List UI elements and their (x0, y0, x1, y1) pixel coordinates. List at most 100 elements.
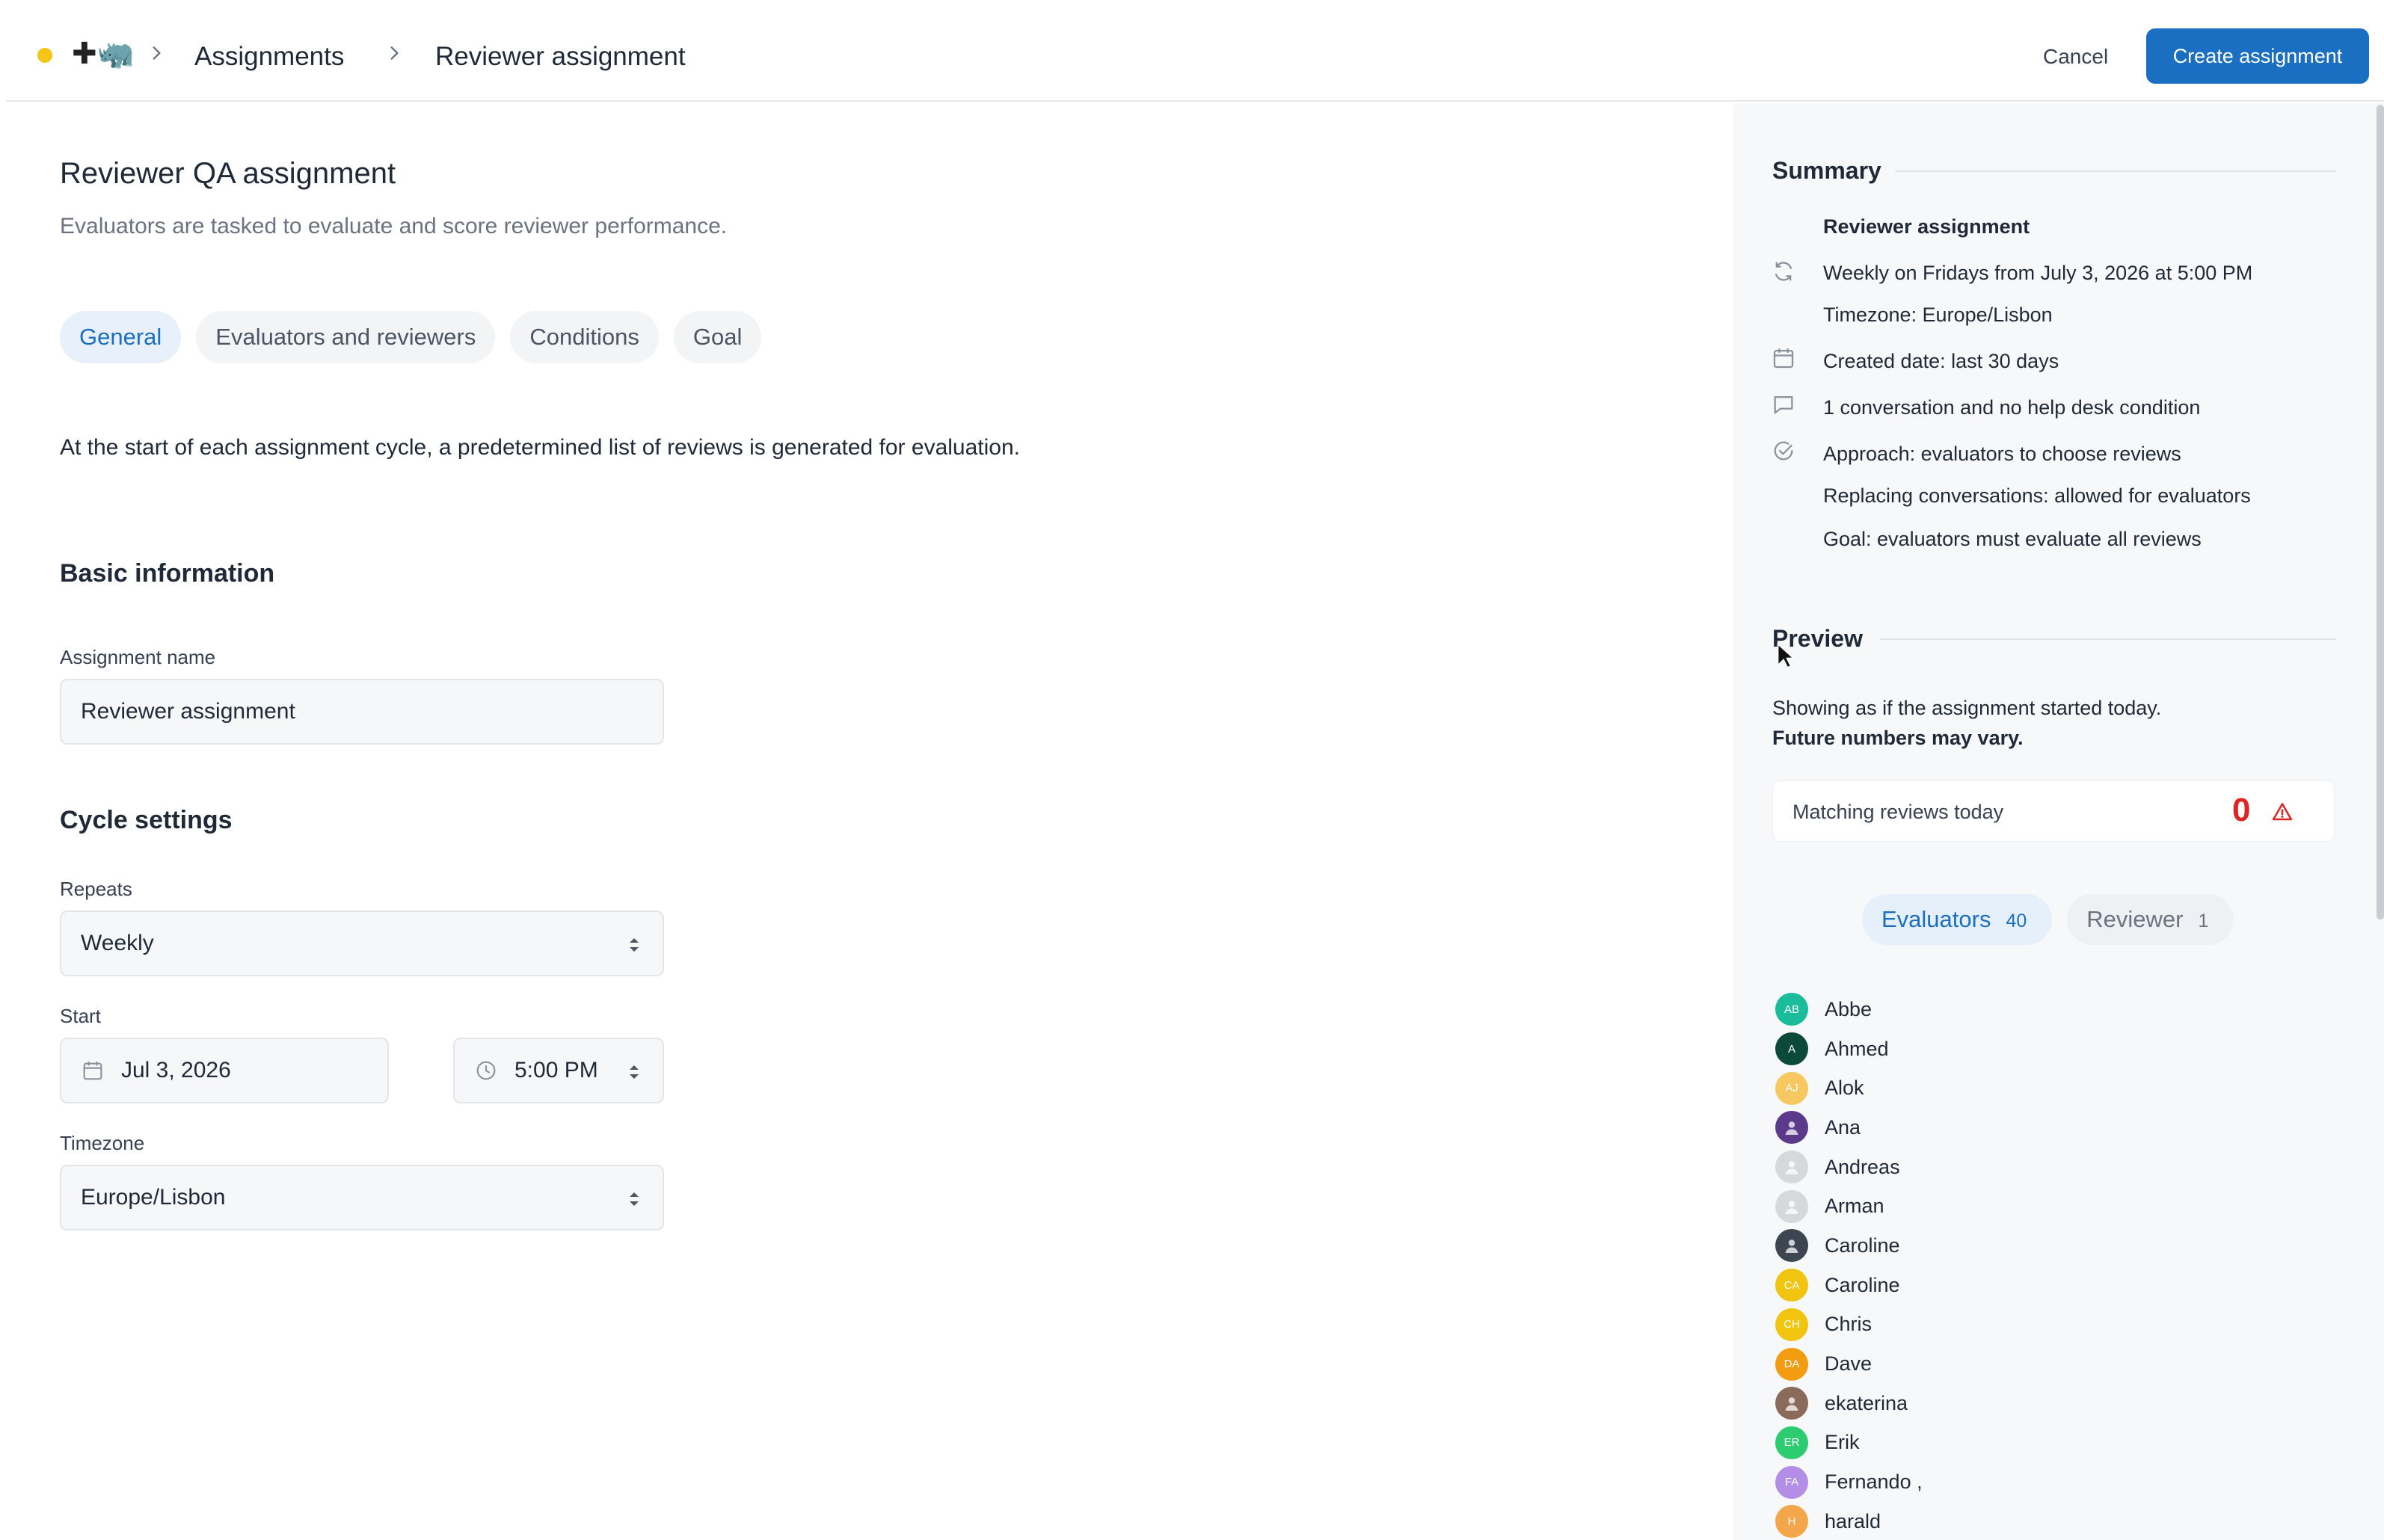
person-name: Dave (1825, 1352, 1873, 1376)
person-name: Caroline (1825, 1273, 1900, 1296)
cycle-settings-heading: Cycle settings (60, 806, 233, 834)
tab-conditions[interactable]: Conditions (510, 311, 659, 363)
check-circle-icon (1774, 441, 1793, 461)
person-name: Abbe (1825, 997, 1873, 1020)
list-item: Hharald (1772, 1502, 1923, 1540)
status-dot (37, 48, 52, 63)
breadcrumb-assignments[interactable]: Assignments (194, 42, 344, 72)
list-item: AJ Alok (1772, 1068, 1923, 1108)
calendar-icon (1773, 348, 1794, 369)
list-item: CA Caroline (1772, 1266, 1923, 1305)
avatar: AJ (1775, 1071, 1808, 1105)
list-item: DA Dave (1772, 1344, 1923, 1384)
summary-conversation: 1 conversation and no help desk conditio… (1823, 396, 2201, 419)
clock-icon (476, 1061, 496, 1080)
person-name: Caroline (1825, 1233, 1900, 1257)
avatar (1775, 1111, 1808, 1145)
timezone-select[interactable]: Europe/Lisbon (60, 1165, 664, 1231)
repeats-select[interactable]: Weekly (60, 911, 664, 976)
avatar: A (1775, 1032, 1808, 1066)
main-content: Reviewer QA assignment Evaluators are ta… (6, 103, 1733, 1540)
create-assignment-button[interactable]: Create assignment (2146, 28, 2369, 84)
chat-bubble-icon (1774, 395, 1793, 414)
list-item: ekaterina (1772, 1384, 1923, 1423)
tab-reviewer-label: Reviewer (2086, 906, 2184, 932)
tab-evaluators[interactable]: Evaluators 40 (1862, 894, 2053, 945)
timezone-value: Europe/Lisbon (81, 1185, 226, 1210)
select-arrows-icon (630, 1065, 639, 1079)
summary-heading: Summary (1772, 157, 1881, 184)
person-name: Ahmed (1825, 1037, 1889, 1060)
user-icon (1785, 1397, 1798, 1411)
select-arrows-icon (630, 1192, 639, 1206)
person-name: Chris (1825, 1313, 1873, 1336)
list-item: FA Fernando , (1772, 1462, 1923, 1502)
list-item: Ana (1772, 1108, 1923, 1148)
page-title: Reviewer QA assignment (60, 157, 396, 190)
tab-goal[interactable]: Goal (673, 311, 762, 363)
avatar: CH (1775, 1308, 1808, 1341)
person-name: Erik (1825, 1431, 1860, 1454)
summary-goal: Goal: evaluators must evaluate all revie… (1823, 528, 2202, 550)
tab-evaluators-label: Evaluators (1881, 906, 1991, 932)
mouse-cursor-icon (1777, 643, 1795, 668)
avatar (1775, 1229, 1808, 1263)
side-panel: Summary Reviewer assignment Weekly on Fr… (1733, 103, 2384, 1540)
person-name: Ana (1825, 1115, 1861, 1139)
top-bar: ✚🦏 Assignments Reviewer assignment Cance… (6, 6, 2384, 102)
preview-tabs: Evaluators 40 Reviewer 1 (1862, 894, 2234, 945)
tab-reviewer[interactable]: Reviewer 1 (2067, 894, 2234, 945)
list-item: ER Erik (1772, 1423, 1923, 1463)
assignment-name-input[interactable]: Reviewer assignment (60, 679, 664, 745)
list-item: Arman (1772, 1186, 1923, 1226)
evaluators-count-badge: 40 (2006, 911, 2027, 931)
tab-general[interactable]: General (60, 311, 182, 363)
summary-approach: Approach: evaluators to choose reviews (1823, 443, 2181, 465)
tab-evaluators-and-reviewers[interactable]: Evaluators and reviewers (196, 311, 496, 363)
tab-bar: General Evaluators and reviewers Conditi… (60, 311, 762, 363)
matching-reviews-count: 0 (2232, 792, 2251, 828)
user-icon (1785, 1161, 1798, 1175)
list-item: AB Abbe (1772, 990, 1923, 1029)
avatar (1775, 1151, 1808, 1184)
repeats-value: Weekly (81, 931, 154, 955)
person-name: Alok (1825, 1077, 1864, 1100)
person-name: Fernando , (1825, 1470, 1923, 1494)
chevron-right-icon (153, 46, 161, 60)
matching-reviews-label: Matching reviews today (1792, 801, 2004, 823)
person-name: harald (1825, 1509, 1881, 1533)
person-name: Arman (1825, 1195, 1884, 1218)
warning-icon[interactable] (2271, 801, 2294, 823)
summary-schedule: Weekly on Fridays from July 3, 2026 at 5… (1823, 262, 2253, 284)
list-item: Andreas (1772, 1148, 1923, 1187)
list-item: Caroline (1772, 1226, 1923, 1266)
start-date-value: Jul 3, 2026 (121, 1058, 231, 1082)
avatar (1775, 1189, 1808, 1223)
avatar: ER (1775, 1426, 1808, 1459)
breadcrumb-current: Reviewer assignment (435, 42, 686, 71)
avatar: FA (1775, 1465, 1808, 1499)
summary-created: Created date: last 30 days (1823, 350, 2059, 372)
start-date-input[interactable]: Jul 3, 2026 (60, 1038, 389, 1103)
summary-replacing: Replacing conversations: allowed for eva… (1823, 484, 2251, 507)
workspace-logo-icon[interactable]: ✚🦏 (72, 39, 134, 69)
assignment-name-label: Assignment name (60, 646, 216, 668)
list-item: CH Chris (1772, 1305, 1923, 1345)
chevron-right-icon (390, 46, 399, 60)
repeat-icon (1775, 262, 1792, 281)
avatar (1775, 1387, 1808, 1420)
preview-note-bold: Future numbers may vary. (1772, 727, 2024, 749)
start-time-select[interactable]: 5:00 PM (453, 1038, 664, 1103)
cancel-button[interactable]: Cancel (2025, 33, 2126, 81)
user-icon (1785, 1121, 1798, 1136)
start-time-value: 5:00 PM (514, 1058, 598, 1082)
intro-text: At the start of each assignment cycle, a… (60, 435, 1020, 460)
evaluators-list: AB Abbe A Ahmed AJ Alok Ana Andreas Arman Carolin… (1772, 990, 1923, 1540)
side-panel-scrollbar[interactable] (2377, 105, 2384, 920)
preview-note: Showing as if the assignment started tod… (1772, 697, 2162, 719)
divider (1895, 170, 2336, 172)
basic-information-heading: Basic information (60, 559, 275, 588)
summary-timezone: Timezone: Europe/Lisbon (1823, 304, 2053, 326)
avatar: H (1775, 1505, 1808, 1539)
page-subtitle: Evaluators are tasked to evaluate and sc… (60, 214, 728, 238)
